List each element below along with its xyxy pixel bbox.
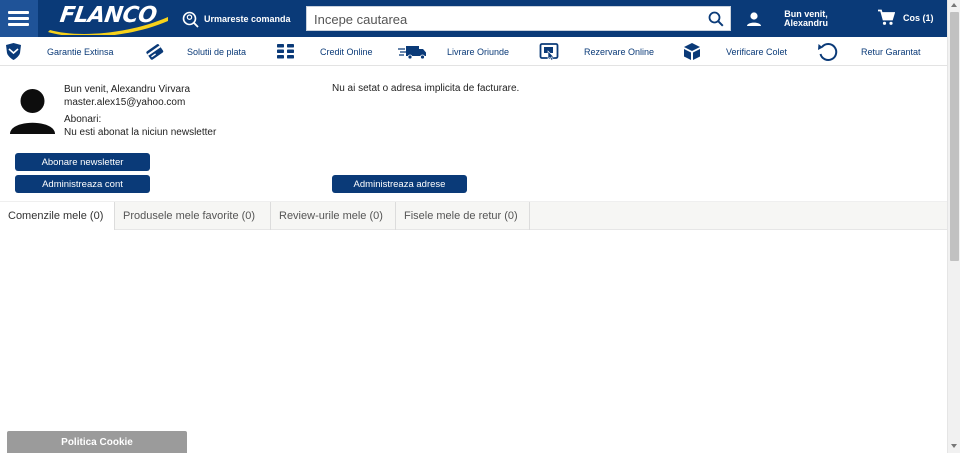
manage-addresses-button[interactable]: Administreaza adrese xyxy=(332,175,467,193)
nav-label: Credit Online xyxy=(320,46,373,57)
no-billing-address-text: Nu ai setat o adresa implicita de factur… xyxy=(332,83,520,94)
card-icon xyxy=(146,44,164,60)
box-icon xyxy=(684,43,700,60)
page-scrollbar[interactable] xyxy=(947,0,960,453)
tab-favorite-products[interactable]: Produsele mele favorite (0) xyxy=(115,202,271,230)
nav-label: Garantie Extinsa xyxy=(47,46,114,57)
track-order-icon xyxy=(182,11,199,28)
cart-label: Cos (1) xyxy=(903,12,934,23)
subscriptions-label: Abonari: xyxy=(64,114,102,125)
shield-icon xyxy=(6,43,21,60)
cart-icon xyxy=(878,9,895,25)
newsletter-subscribe-button[interactable]: Abonare newsletter xyxy=(15,153,150,171)
tab-my-orders[interactable]: Comenzile mele (0) xyxy=(0,202,115,230)
account-info: Bun venit, Alexandru Virvara master.alex… xyxy=(64,83,216,139)
track-order-label: Urmareste comanda xyxy=(204,14,291,24)
nav-livrare-oriunde[interactable]: Livrare Oriunde xyxy=(398,37,509,66)
user-email: master.alex15@yahoo.com xyxy=(64,97,186,108)
flanco-logo[interactable]: FLANCO xyxy=(44,3,172,35)
account-tabs: Comenzile mele (0) Produsele mele favori… xyxy=(0,201,947,230)
menu-button[interactable] xyxy=(0,0,38,37)
top-header: FLANCO Urmareste comanda Bun venit, Alex… xyxy=(0,0,947,37)
menu-bar-line xyxy=(8,11,29,14)
tab-return-forms[interactable]: Fisele mele de retur (0) xyxy=(396,202,530,230)
track-order-link[interactable]: Urmareste comanda xyxy=(182,9,291,29)
menu-bar-line xyxy=(8,17,29,20)
nav-label: Livrare Oriunde xyxy=(447,46,510,57)
search-box xyxy=(306,6,731,31)
menu-bar-line xyxy=(8,23,29,26)
nav-solutii-de-plata[interactable]: Solutii de plata xyxy=(145,37,246,66)
user-avatar-icon xyxy=(10,89,55,134)
welcome-text: Bun venit, Alexandru Virvara xyxy=(64,84,191,95)
manage-account-button[interactable]: Administreaza cont xyxy=(15,175,150,193)
nav-credit-online[interactable]: Credit Online xyxy=(276,37,373,66)
return-icon xyxy=(818,42,838,61)
nav-garantie-extinsa[interactable]: Garantie Extinsa xyxy=(4,37,114,66)
user-icon xyxy=(747,12,761,26)
nav-verificare-colet[interactable]: Verificare Colet xyxy=(682,37,787,66)
reserve-icon xyxy=(539,43,559,61)
nav-label: Verificare Colet xyxy=(726,46,788,57)
nav-rezervare-online[interactable]: Rezervare Online xyxy=(539,37,654,66)
user-greeting-line2: Alexandru xyxy=(784,18,829,28)
search-icon[interactable] xyxy=(708,11,724,27)
nav-label: Rezervare Online xyxy=(584,46,655,57)
user-greeting: Bun venit, Alexandru xyxy=(784,10,828,28)
user-account-link[interactable]: Bun venit, Alexandru xyxy=(746,6,828,32)
scroll-down-arrow-icon[interactable] xyxy=(951,444,957,448)
cart-link[interactable]: Cos (1) xyxy=(877,9,934,26)
logo-text: FLANCO xyxy=(58,3,159,28)
nav-label: Retur Garantat xyxy=(861,46,921,57)
tab-my-reviews[interactable]: Review-urile mele (0) xyxy=(271,202,396,230)
service-nav: Garantie Extinsa Solutii de plata Credit… xyxy=(0,37,947,66)
nav-label: Solutii de plata xyxy=(187,46,247,57)
truck-icon xyxy=(398,46,426,60)
nav-retur-garantat[interactable]: Retur Garantat xyxy=(817,37,921,66)
scroll-up-arrow-icon[interactable] xyxy=(951,3,957,7)
cookie-policy-button[interactable]: Politica Cookie xyxy=(7,431,187,453)
search-input[interactable] xyxy=(314,10,699,28)
scroll-thumb[interactable] xyxy=(950,12,959,261)
subscriptions-status: Nu esti abonat la niciun newsletter xyxy=(64,127,217,138)
money-icon xyxy=(277,44,294,59)
